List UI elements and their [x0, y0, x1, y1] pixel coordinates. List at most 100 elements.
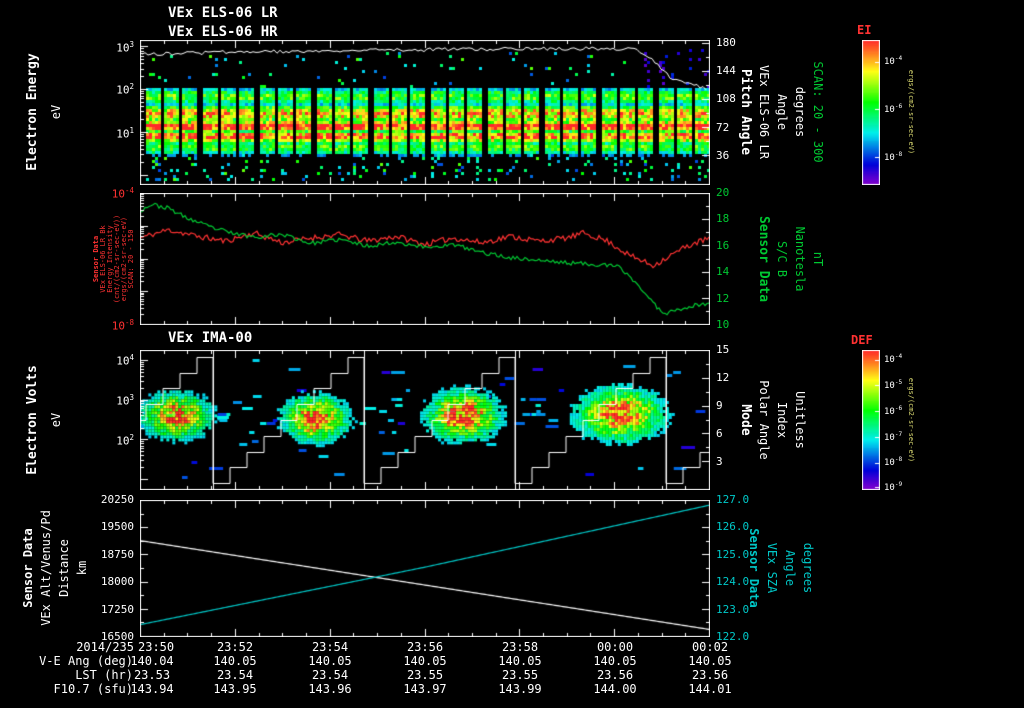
p4-right-tick-3: 124.0 [716, 575, 750, 589]
p1-rlabel-degrees: degrees [793, 86, 807, 138]
p4-rlabel-vex-sza: VEx SZA [765, 542, 779, 594]
colorbar2-tick-2: 10-6 [884, 404, 903, 417]
panel3-title-ima: VEx IMA-00 [168, 330, 253, 346]
colorbar2-tick-0: 10-4 [884, 352, 903, 365]
colorbar1-tick-2: 10-8 [884, 151, 903, 164]
p4-ylabel-alt-venus-pd: VEx Alt/Venus/Pd [39, 510, 53, 626]
table-cell-r0-c4: 140.05 [498, 654, 542, 668]
p1-rlabel-scan-range: SCAN: 20 - 300 [811, 61, 825, 163]
table-cell-r2-c3: 143.97 [403, 682, 447, 696]
p3-right-tick-1: 12 [716, 371, 730, 384]
x-tick-3: 23:56 [406, 640, 444, 654]
p3-ylabel-electron-volts: Electron Volts [25, 365, 40, 475]
panel1-title-els-lr: VEx ELS-06 LR [168, 5, 278, 21]
panel1-title-els-hr: VEx ELS-06 HR [168, 24, 278, 40]
p3-right-tick-2: 9 [716, 399, 723, 412]
p2-ylabel-scan-range: SCAN: 20 - 150 [127, 229, 135, 289]
p4-rlabel-degrees: degrees [801, 542, 815, 594]
p4-rlabel-sensor-data: Sensor Data [747, 528, 761, 608]
table-cell-r2-c0: 143.94 [130, 682, 174, 696]
table-cell-r0-c2: 140.05 [308, 654, 352, 668]
x-tick-5: 00:00 [596, 640, 634, 654]
p2-rlabel-sc-b: S/C B [775, 240, 789, 278]
table-cell-r0-c0: 140.04 [130, 654, 174, 668]
p1-ylabel-electron-energy: Electron Energy [25, 53, 40, 171]
colorbar2-unit-label: ergs/(cm2-sr-sec-eV) [907, 377, 915, 463]
p2-rlabel-nt: nT [811, 251, 825, 267]
p3-rlabel-polar-angle: Polar Angle [757, 380, 771, 460]
altitude-sza-line-panel [140, 500, 710, 637]
p1-rlabel-angle: Angle [775, 93, 789, 131]
p4-right-tick-0: 127.0 [716, 493, 750, 506]
p1-right-tick-4: 36 [716, 149, 730, 162]
p3-left-tick-0: 104 [116, 352, 134, 368]
x-tick-1: 23:52 [216, 640, 254, 654]
colorbar1-unit-label: ergs/(cm2-sr-sec-eV) [907, 69, 915, 155]
colorbar2-tick-1: 10-5 [884, 378, 903, 391]
p2-right-tick-3: 14 [716, 265, 730, 279]
p4-right-tick-1: 126.0 [716, 520, 750, 534]
p4-right-tick-4: 123.0 [716, 602, 750, 616]
p1-left-tick-1: 102 [116, 82, 134, 97]
table-cell-r0-c5: 140.05 [593, 654, 637, 668]
p4-left-tick-0: 20250 [100, 493, 134, 506]
p1-rlabel-pitch-angle: Pitch Angle [738, 68, 753, 156]
p4-left-tick-4: 17250 [100, 602, 134, 616]
p1-right-tick-3: 72 [716, 120, 730, 134]
p1-right-tick-0: 180 [716, 35, 736, 49]
table-cell-r1-c3: 23.55 [406, 668, 444, 682]
p2-right-tick-4: 12 [716, 291, 730, 305]
table-cell-r2-c4: 143.99 [498, 682, 542, 696]
p4-left-tick-2: 18750 [100, 547, 134, 561]
def-colorbar [862, 350, 880, 490]
x-tick-2: 23:54 [311, 640, 349, 654]
table-cell-r2-c5: 144.00 [593, 682, 637, 696]
p2-left-tick-0: 10-4 [111, 186, 134, 201]
p1-left-tick-0: 103 [116, 39, 134, 55]
els-spectrogram-panel [140, 40, 710, 185]
table-cell-r0-c6: 140.05 [688, 654, 732, 668]
colorbar1-tick-1: 10-6 [884, 102, 903, 115]
p3-ylabel-ev: eV [49, 412, 63, 428]
table-cell-r1-c2: 23.54 [311, 668, 349, 682]
table-cell-r0-c3: 140.05 [403, 654, 447, 668]
p2-right-tick-1: 18 [716, 212, 730, 226]
p3-left-tick-2: 102 [116, 433, 134, 448]
colorbar2-tick-4: 10-8 [884, 456, 903, 469]
x-axis-date: 2014/235 [76, 640, 134, 654]
x-tick-0: 23:50 [138, 640, 175, 654]
p1-right-tick-1: 144 [716, 64, 736, 78]
p4-ylabel-distance: Distance [57, 539, 71, 597]
table-cell-r1-c5: 23.56 [596, 668, 634, 682]
p4-ylabel-km: km [75, 560, 89, 576]
p4-left-tick-3: 18000 [100, 575, 134, 589]
vex-quicklook-plot-window: VEx ELS-06 LR VEx ELS-06 HR VEx IMA-00 E… [0, 0, 1024, 708]
colorbar2-tick-3: 10-7 [884, 430, 903, 443]
p2-rlabel-nanotesla: Nanotesla [793, 226, 807, 292]
p1-rlabel-els-lr: VEx ELS-06 LR [757, 65, 771, 159]
x-tick-6: 00:02 [691, 640, 729, 654]
table-cell-r2-c1: 143.95 [213, 682, 257, 696]
table-cell-r2-c6: 144.01 [688, 682, 732, 696]
p1-left-tick-2: 101 [116, 125, 134, 141]
colorbar1-title-ei: EI [857, 23, 872, 37]
p2-right-tick-0: 20 [716, 186, 730, 199]
ima-spectrogram-panel [140, 350, 710, 490]
p2-right-tick-5: 10 [716, 318, 730, 331]
colorbar1-tick-0: 10-4 [884, 55, 903, 68]
p4-right-tick-2: 125.0 [716, 547, 750, 561]
p3-right-tick-3: 6 [716, 427, 723, 440]
table-cell-r1-c4: 23.55 [501, 668, 539, 682]
p2-left-tick-1: 10-8 [111, 318, 134, 333]
ei-colorbar [862, 40, 880, 185]
table-cell-r1-c6: 23.56 [691, 668, 729, 682]
p1-right-tick-2: 108 [716, 92, 736, 106]
p3-rlabel-index: Index [775, 401, 789, 439]
table-cell-r1-c0: 23.53 [133, 668, 171, 682]
table-cell-r1-c1: 23.54 [216, 668, 254, 682]
p4-left-tick-1: 19500 [100, 520, 134, 534]
intensity-bfield-line-panel [140, 193, 710, 325]
p4-rlabel-angle: Angle [783, 549, 797, 587]
p2-rlabel-sensor-data: Sensor Data [756, 215, 771, 303]
p3-rlabel-mode: Mode [738, 404, 753, 436]
